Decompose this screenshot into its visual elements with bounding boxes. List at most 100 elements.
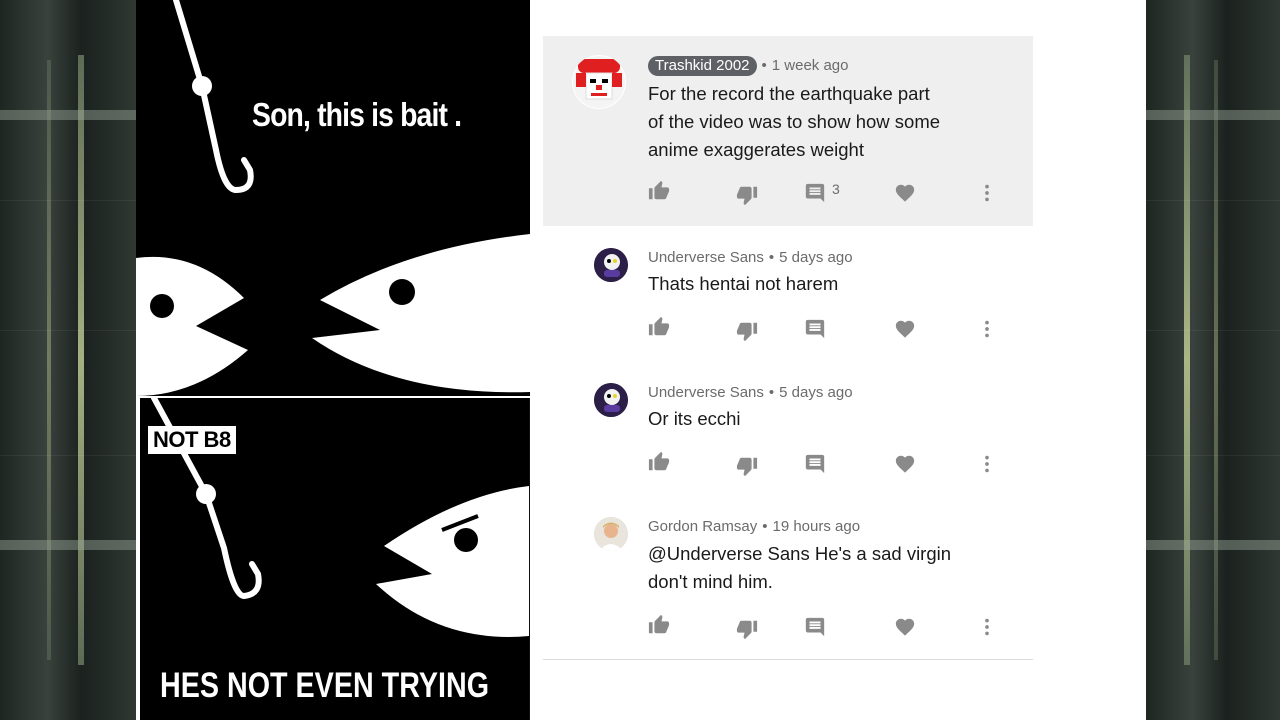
horizontal-beam [0, 110, 136, 120]
more-vert-icon [985, 184, 989, 202]
heart-icon [895, 455, 915, 473]
comment-text: @Underverse Sans He's a sad virgin don't… [648, 540, 951, 596]
comment-author[interactable]: Gordon Ramsay [648, 518, 757, 535]
comment-meta: Trashkid 2002 • 1 week ago [648, 56, 849, 76]
right-fish-eye [389, 279, 415, 305]
meme-top-caption: Son, this is bait . [252, 96, 462, 133]
comment-icon [805, 454, 825, 474]
thumbs-down-icon [736, 457, 758, 477]
like-button[interactable] [648, 316, 670, 338]
comment-icon [805, 617, 825, 637]
heart-icon [895, 320, 915, 338]
comment-actions [648, 316, 1008, 342]
right-background-panel [1146, 0, 1280, 720]
more-options-button[interactable] [976, 453, 998, 475]
more-options-button[interactable] [976, 616, 998, 638]
like-button[interactable] [648, 180, 670, 202]
horizontal-beam [0, 540, 136, 550]
horizontal-beam [1146, 540, 1280, 550]
light-bar [47, 60, 51, 660]
hook-knot [192, 76, 212, 96]
left-fish-eye [150, 294, 174, 318]
heart-button[interactable] [894, 616, 916, 638]
light-bar [78, 55, 84, 665]
thumbs-down-icon [736, 186, 758, 206]
comment-author[interactable]: Underverse Sans [648, 384, 764, 401]
dislike-button[interactable] [736, 455, 758, 477]
meme-bottom-panel: NOT B8 HES NOT EVEN TRYING [140, 398, 529, 720]
comment-text-line: anime exaggerates weight [648, 139, 864, 160]
avatar[interactable] [594, 517, 628, 551]
meme-top-panel: Son, this is bait . [136, 0, 530, 396]
comment-text-line: don't mind him. [648, 571, 773, 592]
reply-button[interactable] [804, 616, 826, 638]
annoyed-fish [376, 486, 529, 637]
reply-button[interactable] [804, 318, 826, 340]
comment-text-line: For the record the earthquake part [648, 83, 930, 104]
comment-actions [648, 614, 1008, 640]
sans-avatar-icon [594, 383, 628, 417]
left-fish [136, 256, 248, 396]
author-chip[interactable]: Trashkid 2002 [648, 56, 757, 76]
more-options-button[interactable] [976, 318, 998, 340]
left-background-panel [0, 0, 136, 720]
more-vert-icon [985, 455, 989, 473]
hook-knot [196, 484, 216, 504]
comment-text: Thats hentai not harem [648, 270, 838, 298]
more-vert-icon [985, 618, 989, 636]
light-bar [1184, 55, 1190, 665]
avatar[interactable] [594, 383, 628, 417]
hook-line [173, 0, 254, 194]
heart-button[interactable] [894, 182, 916, 204]
heart-icon [895, 184, 915, 202]
avatar[interactable] [572, 55, 626, 109]
thumbs-down-icon [736, 322, 758, 342]
comment-author[interactable]: Underverse Sans [648, 249, 764, 266]
comment-icon [805, 319, 825, 339]
not-b8-tag: NOT B8 [148, 426, 236, 454]
meme-bottom-caption: HES NOT EVEN TRYING [160, 666, 490, 705]
person-avatar-icon [594, 517, 628, 551]
dislike-button[interactable] [736, 320, 758, 342]
right-fish [312, 234, 530, 393]
comment-text: Or its ecchi [648, 405, 741, 433]
reply-button[interactable] [804, 453, 826, 475]
comment-text-line: of the video was to show how some [648, 111, 941, 132]
more-vert-icon [985, 320, 989, 338]
comments-panel: Trashkid 2002 • 1 week ago For the record … [530, 0, 1146, 720]
avatar[interactable] [594, 248, 628, 282]
comments-divider [543, 659, 1033, 660]
thumbs-down-icon [736, 620, 758, 640]
comment-icon [805, 183, 825, 203]
light-bar [1214, 60, 1218, 660]
heart-button[interactable] [894, 453, 916, 475]
comment-text-line: Or its ecchi [648, 408, 741, 429]
heart-button[interactable] [894, 318, 916, 340]
comment-time[interactable]: 1 week ago [772, 57, 849, 74]
comment-meta: Gordon Ramsay • 19 hours ago [648, 518, 861, 535]
thumbs-up-icon [648, 180, 670, 200]
horizontal-beam [1146, 110, 1280, 120]
thumbs-up-icon [648, 614, 670, 634]
heart-icon [895, 618, 915, 636]
like-button[interactable] [648, 614, 670, 636]
comment-text-line: @Underverse Sans He's a sad virgin [648, 543, 952, 564]
bait-fish-illustration [136, 0, 530, 396]
comment-time[interactable]: 5 days ago [779, 249, 852, 266]
comment-meta: Underverse Sans • 5 days ago [648, 249, 853, 266]
reply-button[interactable]: 3 [804, 181, 840, 204]
more-options-button[interactable] [976, 182, 998, 204]
thumbs-up-icon [648, 316, 670, 336]
clown-avatar-icon [573, 56, 625, 108]
reply-count: 3 [832, 181, 840, 197]
dislike-button[interactable] [736, 184, 758, 206]
like-button[interactable] [648, 451, 670, 473]
comment-meta: Underverse Sans • 5 days ago [648, 384, 853, 401]
annoyed-fish-eye [454, 528, 478, 552]
sans-avatar-icon [594, 248, 628, 282]
comment-actions: 3 [648, 180, 1008, 206]
comment-time[interactable]: 19 hours ago [772, 518, 860, 535]
comment-actions [648, 451, 1008, 477]
comment-time[interactable]: 5 days ago [779, 384, 852, 401]
dislike-button[interactable] [736, 618, 758, 640]
